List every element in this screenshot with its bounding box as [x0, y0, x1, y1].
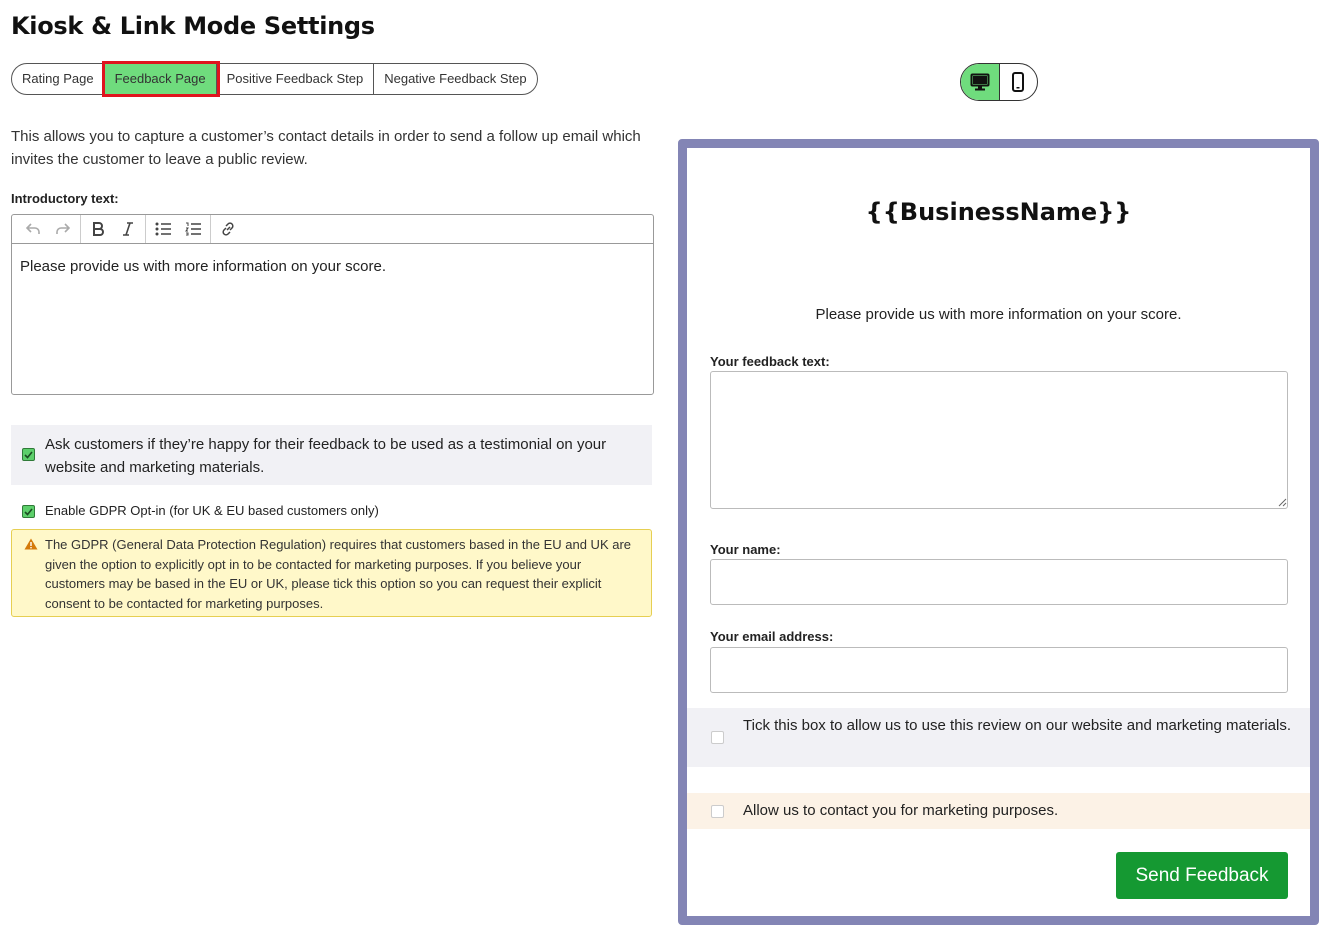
resize-grip-icon[interactable]: [1278, 498, 1287, 507]
testimonial-consent-checkbox[interactable]: [711, 731, 724, 744]
introductory-text-editor: Please provide us with more information …: [11, 214, 654, 395]
italic-icon[interactable]: [113, 215, 143, 243]
testimonial-consent-label: Tick this box to allow us to use this re…: [743, 717, 1292, 734]
bold-icon[interactable]: [83, 215, 113, 243]
tab-negative-feedback-step[interactable]: Negative Feedback Step: [374, 64, 536, 94]
gdpr-warning: The GDPR (General Data Protection Regula…: [11, 529, 652, 617]
testimonial-consent-row: Tick this box to allow us to use this re…: [687, 708, 1310, 767]
name-input[interactable]: [710, 559, 1288, 605]
page-tabs: Rating Page Feedback Page Positive Feedb…: [11, 61, 538, 97]
toolbar-divider: [80, 215, 81, 243]
email-label: Your email address:: [710, 629, 834, 644]
feedback-page-preview: {{BusinessName}} Please provide us with …: [678, 139, 1319, 925]
feedback-page-description: This allows you to capture a customer’s …: [11, 128, 641, 168]
gdpr-option-label: Enable GDPR Opt-in (for UK & EU based cu…: [45, 503, 379, 518]
desktop-icon: [970, 73, 990, 91]
toolbar-divider: [210, 215, 211, 243]
mobile-icon: [1012, 72, 1025, 92]
bullet-list-icon[interactable]: [148, 215, 178, 243]
device-toggle: [960, 63, 1038, 101]
mobile-view-button[interactable]: [1000, 64, 1038, 100]
checkmark-icon: [24, 507, 33, 516]
editor-content[interactable]: Please provide us with more information …: [12, 244, 653, 289]
tab-feedback-page[interactable]: Feedback Page: [101, 61, 220, 97]
marketing-consent-label: Allow us to contact you for marketing pu…: [743, 802, 1059, 819]
gdpr-checkbox[interactable]: [22, 505, 35, 518]
editor-toolbar: [12, 215, 653, 244]
business-name: {{BusinessName}}: [865, 198, 1132, 226]
preview-intro-text: Please provide us with more information …: [815, 306, 1182, 323]
gdpr-warning-text: The GDPR (General Data Protection Regula…: [45, 537, 632, 611]
link-icon[interactable]: [213, 215, 243, 243]
redo-icon[interactable]: [48, 215, 78, 243]
marketing-consent-row: Allow us to contact you for marketing pu…: [687, 793, 1310, 829]
testimonial-option-label: Ask customers if they’re happy for their…: [45, 436, 607, 476]
page-title: Kiosk & Link Mode Settings: [11, 12, 375, 40]
desktop-view-button[interactable]: [961, 64, 1000, 100]
testimonial-option: Ask customers if they’re happy for their…: [11, 425, 652, 485]
numbered-list-icon[interactable]: [178, 215, 208, 243]
feedback-textarea[interactable]: [710, 371, 1288, 509]
introductory-text-label: Introductory text:: [11, 191, 119, 206]
toolbar-divider: [145, 215, 146, 243]
marketing-consent-checkbox[interactable]: [711, 805, 724, 818]
name-label: Your name:: [710, 542, 781, 557]
tab-rating-page[interactable]: Rating Page: [12, 64, 105, 94]
warning-icon: [24, 538, 38, 550]
tab-positive-feedback-step[interactable]: Positive Feedback Step: [217, 64, 375, 94]
testimonial-checkbox[interactable]: [22, 448, 35, 461]
feedback-text-label: Your feedback text:: [710, 354, 830, 369]
undo-icon[interactable]: [18, 215, 48, 243]
send-feedback-button[interactable]: Send Feedback: [1116, 852, 1288, 899]
checkmark-icon: [24, 450, 33, 459]
email-input[interactable]: [710, 647, 1288, 693]
